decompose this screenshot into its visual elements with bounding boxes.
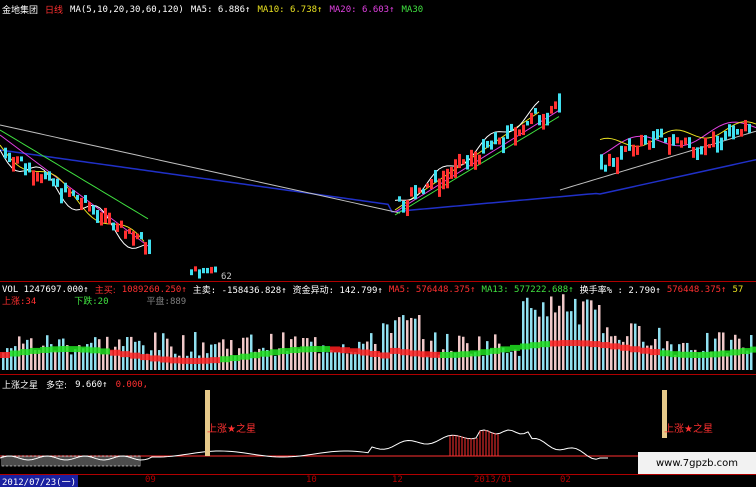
indicator-bar <box>17 455 21 467</box>
indicator-bar <box>65 455 69 467</box>
indicator-line <box>0 429 608 461</box>
indicator-bar <box>121 455 125 467</box>
indicator-bar <box>101 455 105 467</box>
indicator-bar <box>29 455 33 467</box>
indicator-bar <box>33 455 37 467</box>
indicator-bar <box>109 455 113 467</box>
time-tick: 2013/01 <box>474 475 512 485</box>
indicator-bar <box>25 455 29 467</box>
time-axis: 2012/07/23(一) 09 10 12 2013/01 02 <box>0 474 756 487</box>
indicator-bar <box>21 455 25 467</box>
signal-label: 上涨★之星 <box>207 424 256 435</box>
indicator-bar <box>69 455 73 467</box>
indicator-chart[interactable] <box>0 0 756 474</box>
signal-label: 上涨★之星 <box>664 424 713 435</box>
time-tick: 09 <box>145 475 156 485</box>
indicator-bar <box>85 455 89 467</box>
indicator-bar <box>137 455 141 467</box>
indicator-bar <box>5 455 9 467</box>
time-tick: 10 <box>306 475 317 485</box>
indicator-bar <box>117 455 121 467</box>
indicator-bar <box>9 455 13 467</box>
indicator-bar <box>61 455 65 467</box>
indicator-bar <box>105 455 109 467</box>
time-tick: 02 <box>560 475 571 485</box>
indicator-bar <box>41 455 45 467</box>
indicator-bar <box>125 455 129 467</box>
watermark: www.7gpzb.com <box>638 452 756 474</box>
current-date[interactable]: 2012/07/23(一) <box>0 475 79 487</box>
stock-chart-window: { "price_header": { "stock_name": "金地集团"… <box>0 0 756 487</box>
indicator-bar <box>45 455 49 467</box>
indicator-bar <box>97 455 101 467</box>
time-tick: 12 <box>392 475 403 485</box>
indicator-bar <box>49 455 53 467</box>
indicator-bar <box>133 455 137 467</box>
indicator-bar <box>57 455 61 467</box>
indicator-bar <box>81 455 85 467</box>
